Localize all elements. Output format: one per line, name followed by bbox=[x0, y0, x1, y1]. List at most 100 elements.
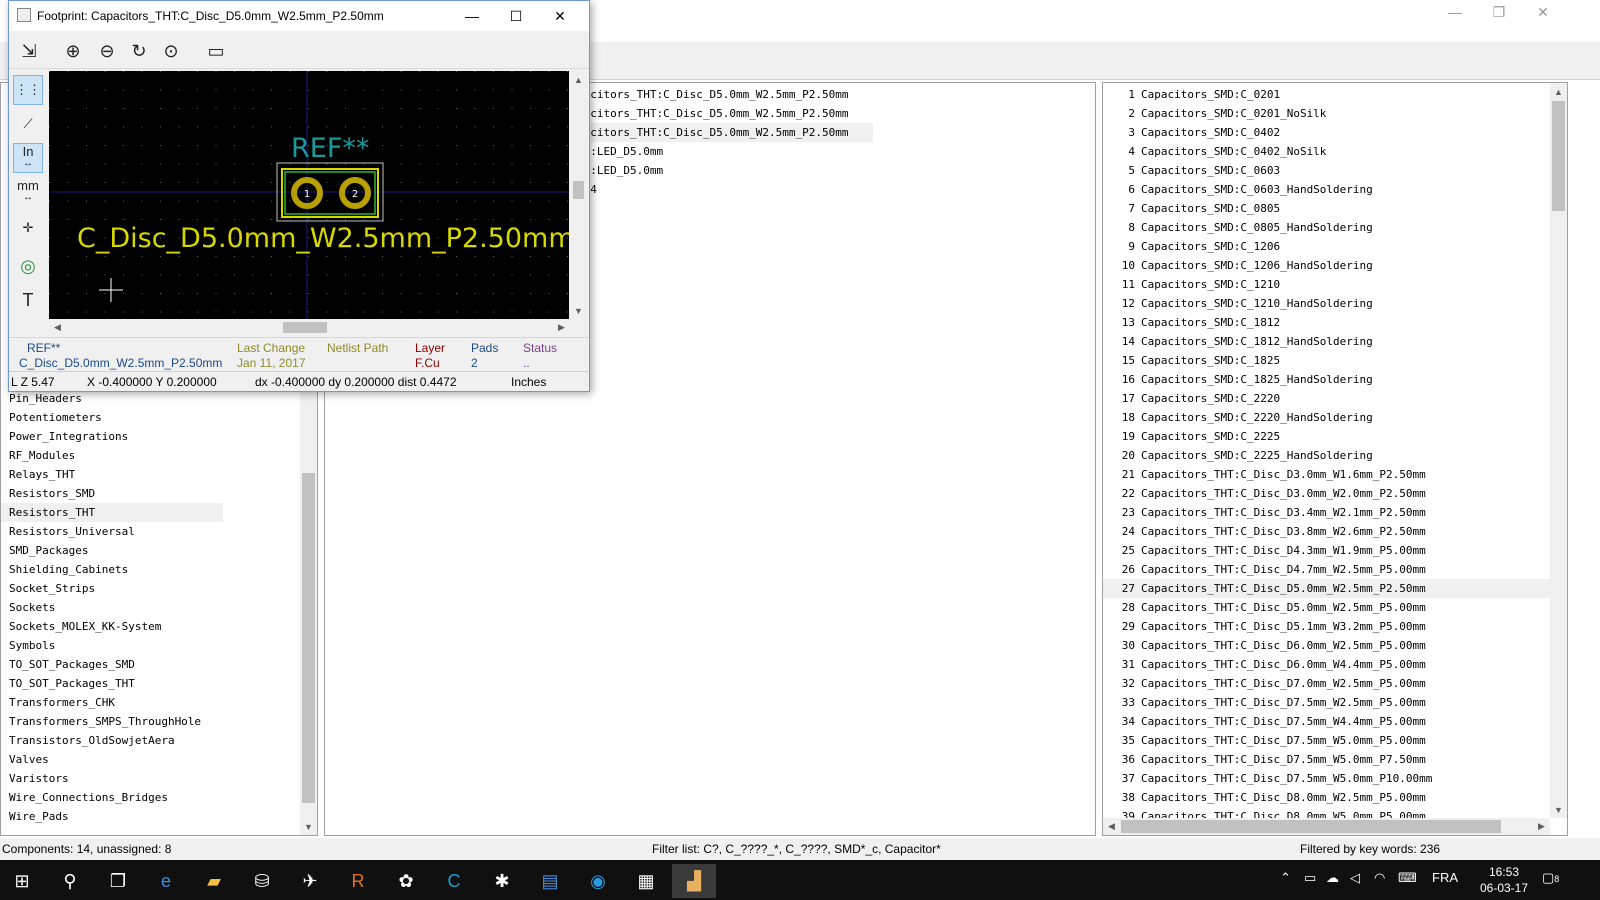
footprint-item[interactable]: 12 Capacitors_SMD:C_1210_HandSoldering bbox=[1103, 294, 1553, 313]
library-item[interactable]: Sockets bbox=[1, 598, 223, 617]
fp-close-button[interactable]: ✕ bbox=[537, 4, 583, 28]
zoom-in-icon[interactable]: ⊕ bbox=[59, 37, 87, 65]
footprint-item[interactable]: 16 Capacitors_SMD:C_1825_HandSoldering bbox=[1103, 370, 1553, 389]
footprint-item[interactable]: 7 Capacitors_SMD:C_0805 bbox=[1103, 199, 1553, 218]
footprint-item[interactable]: 34 Capacitors_THT:C_Disc_D7.5mm_W4.4mm_P5… bbox=[1103, 712, 1553, 731]
footprint-item[interactable]: 28 Capacitors_THT:C_Disc_D5.0mm_W2.5mm_P5… bbox=[1103, 598, 1553, 617]
footprint-item[interactable]: 29 Capacitors_THT:C_Disc_D5.1mm_W3.2mm_P5… bbox=[1103, 617, 1553, 636]
close-button[interactable]: ✕ bbox=[1520, 0, 1566, 24]
footprint-item[interactable]: 21 Capacitors_THT:C_Disc_D3.0mm_W1.6mm_P2… bbox=[1103, 465, 1553, 484]
fp-minimize-button[interactable]: — bbox=[449, 4, 495, 28]
keyboard-icon[interactable]: ⌨ bbox=[1398, 870, 1417, 886]
footprint-list-vscrollbar[interactable]: ▲ ▼ bbox=[1550, 83, 1567, 818]
export-icon[interactable]: ⇲ bbox=[15, 37, 43, 65]
footprint-item[interactable]: 19 Capacitors_SMD:C_2225 bbox=[1103, 427, 1553, 446]
library-item[interactable]: Varistors bbox=[1, 769, 223, 788]
library-item[interactable]: Resistors_SMD bbox=[1, 484, 223, 503]
start-windows-icon[interactable]: ⊞ bbox=[0, 864, 44, 898]
file-explorer-icon[interactable]: ▰ bbox=[192, 864, 236, 898]
battery-icon[interactable]: ▭ bbox=[1304, 870, 1316, 886]
edge-browser-icon[interactable]: e bbox=[144, 864, 188, 898]
zoom-fit-icon[interactable]: ⊙ bbox=[157, 37, 185, 65]
redraw-icon[interactable]: ↻ bbox=[125, 37, 153, 65]
library-item[interactable]: Relays_THT bbox=[1, 465, 223, 484]
footprint-item[interactable]: 11 Capacitors_SMD:C_1210 bbox=[1103, 275, 1553, 294]
footprint-item[interactable]: 30 Capacitors_THT:C_Disc_D6.0mm_W2.5mm_P5… bbox=[1103, 636, 1553, 655]
restore-button[interactable]: ❐ bbox=[1476, 0, 1522, 24]
canvas-vscrollbar[interactable]: ▲ ▼ bbox=[570, 71, 587, 319]
library-item[interactable]: Transformers_CHK bbox=[1, 693, 223, 712]
canvas-hscrollbar[interactable]: ◀ ▶ bbox=[49, 319, 570, 336]
wifi-icon[interactable]: ◠ bbox=[1374, 870, 1385, 886]
library-item[interactable]: Sockets_MOLEX_KK-System bbox=[1, 617, 223, 636]
scroll-left-arrow-icon[interactable]: ◀ bbox=[1103, 818, 1120, 835]
onedrive-icon[interactable]: ☁ bbox=[1326, 870, 1339, 886]
scroll-right-arrow-icon[interactable]: ▶ bbox=[1533, 818, 1550, 835]
footprint-item[interactable]: 3 Capacitors_SMD:C_0402 bbox=[1103, 123, 1553, 142]
library-item[interactable]: Wire_Pads bbox=[1, 807, 223, 826]
footprint-item[interactable]: 14 Capacitors_SMD:C_1812_HandSoldering bbox=[1103, 332, 1553, 351]
scrollbar-thumb[interactable] bbox=[283, 322, 327, 333]
scroll-right-arrow-icon[interactable]: ▶ bbox=[553, 319, 570, 336]
library-item[interactable]: Power_Integrations bbox=[1, 427, 223, 446]
scroll-down-arrow-icon[interactable]: ▼ bbox=[570, 302, 587, 319]
footprint-item[interactable]: 32 Capacitors_THT:C_Disc_D7.0mm_W2.5mm_P5… bbox=[1103, 674, 1553, 693]
footprint-item[interactable]: 9 Capacitors_SMD:C_1206 bbox=[1103, 237, 1553, 256]
library-item[interactable]: Resistors_Universal bbox=[1, 522, 223, 541]
library-item[interactable]: Valves bbox=[1, 750, 223, 769]
footprint-item[interactable]: 15 Capacitors_SMD:C_1825 bbox=[1103, 351, 1553, 370]
scroll-up-arrow-icon[interactable]: ▲ bbox=[1550, 83, 1567, 100]
footprint-item[interactable]: 5 Capacitors_SMD:C_0603 bbox=[1103, 161, 1553, 180]
footprint-item[interactable]: 20 Capacitors_SMD:C_2225_HandSoldering bbox=[1103, 446, 1553, 465]
footprint-item[interactable]: 25 Capacitors_THT:C_Disc_D4.3mm_W1.9mm_P5… bbox=[1103, 541, 1553, 560]
library-item[interactable]: TO_SOT_Packages_SMD bbox=[1, 655, 223, 674]
library-item[interactable]: RF_Modules bbox=[1, 446, 223, 465]
footprint-item[interactable]: 23 Capacitors_THT:C_Disc_D3.4mm_W2.1mm_P2… bbox=[1103, 503, 1553, 522]
footprint-item[interactable]: 1 Capacitors_SMD:C_0201 bbox=[1103, 85, 1553, 104]
library-item[interactable]: Resistors_THT bbox=[1, 503, 223, 522]
app-paint-icon[interactable]: ✿ bbox=[384, 864, 428, 898]
app-globe-icon[interactable]: ◉ bbox=[576, 864, 620, 898]
footprint-item[interactable]: 36 Capacitors_THT:C_Disc_D7.5mm_W5.0mm_P7… bbox=[1103, 750, 1553, 769]
footprint-item[interactable]: 24 Capacitors_THT:C_Disc_D3.8mm_W2.6mm_P2… bbox=[1103, 522, 1553, 541]
footprint-list-hscrollbar[interactable]: ◀ ▶ bbox=[1103, 818, 1550, 835]
pad-sketch-icon[interactable]: ◎ bbox=[13, 251, 43, 281]
scrollbar-thumb[interactable] bbox=[1552, 101, 1565, 211]
polar-coords-icon[interactable]: ⟋ bbox=[13, 109, 43, 139]
scroll-down-arrow-icon[interactable]: ▼ bbox=[300, 818, 317, 835]
library-item[interactable]: Symbols bbox=[1, 636, 223, 655]
3d-view-icon[interactable]: ▭ bbox=[201, 37, 231, 65]
app-r-icon[interactable]: R bbox=[336, 864, 380, 898]
footprint-item[interactable]: 33 Capacitors_THT:C_Disc_D7.5mm_W2.5mm_P5… bbox=[1103, 693, 1553, 712]
scroll-up-arrow-icon[interactable]: ▲ bbox=[570, 71, 587, 88]
minimize-button[interactable]: — bbox=[1432, 0, 1478, 24]
library-item[interactable]: Potentiometers bbox=[1, 408, 223, 427]
cursor-shape-icon[interactable]: ✛ bbox=[13, 213, 43, 243]
library-item[interactable]: Socket_Strips bbox=[1, 579, 223, 598]
footprint-item[interactable]: 26 Capacitors_THT:C_Disc_D4.7mm_W2.5mm_P5… bbox=[1103, 560, 1553, 579]
library-item[interactable]: Transformers_SMPS_ThroughHole bbox=[1, 712, 223, 731]
footprint-item[interactable]: 31 Capacitors_THT:C_Disc_D6.0mm_W4.4mm_P5… bbox=[1103, 655, 1553, 674]
footprint-canvas[interactable]: 1 2 REF** C_Disc_D5.0mm_W2.5mm_P2.50mm bbox=[49, 71, 569, 319]
footprint-item[interactable]: 35 Capacitors_THT:C_Disc_D7.5mm_W5.0mm_P5… bbox=[1103, 731, 1553, 750]
scrollbar-thumb[interactable] bbox=[1121, 820, 1501, 833]
library-item[interactable]: Shielding_Cabinets bbox=[1, 560, 223, 579]
zoom-out-icon[interactable]: ⊖ bbox=[93, 37, 121, 65]
store-icon[interactable]: ⛁ bbox=[240, 864, 284, 898]
clock[interactable]: 16:53 06-03-17 bbox=[1474, 864, 1534, 896]
grid-toggle-icon[interactable]: ⋮⋮ bbox=[13, 75, 43, 105]
footprint-item[interactable]: 6 Capacitors_SMD:C_0603_HandSoldering bbox=[1103, 180, 1553, 199]
app-gear-icon[interactable]: ✱ bbox=[480, 864, 524, 898]
language-indicator[interactable]: FRA bbox=[1432, 870, 1458, 885]
library-item[interactable]: SMD_Packages bbox=[1, 541, 223, 560]
footprint-item[interactable]: 18 Capacitors_SMD:C_2220_HandSoldering bbox=[1103, 408, 1553, 427]
notification-center-icon[interactable]: ▢8 bbox=[1542, 870, 1559, 886]
units-inch-button[interactable]: In ↔ bbox=[13, 143, 43, 173]
scrollbar-thumb[interactable] bbox=[302, 473, 315, 803]
calendar-icon[interactable]: ▦ bbox=[624, 864, 668, 898]
footprint-item[interactable]: 38 Capacitors_THT:C_Disc_D8.0mm_W2.5mm_P5… bbox=[1103, 788, 1553, 807]
app-c-icon[interactable]: C bbox=[432, 864, 476, 898]
app-document-icon[interactable]: ▤ bbox=[528, 864, 572, 898]
footprint-item[interactable]: 17 Capacitors_SMD:C_2220 bbox=[1103, 389, 1553, 408]
task-view-icon[interactable]: ❐ bbox=[96, 864, 140, 898]
